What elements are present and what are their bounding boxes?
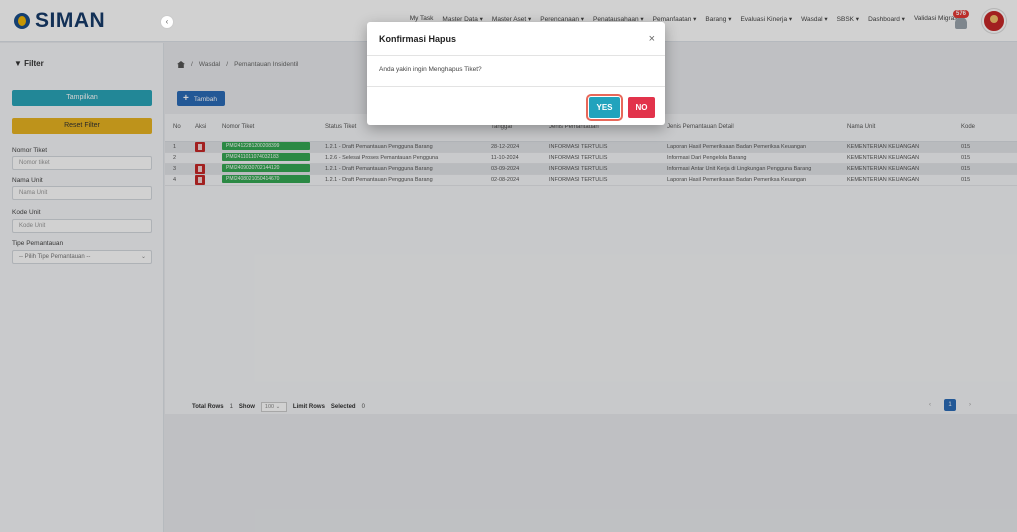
modal-divider <box>367 55 665 56</box>
modal-title: Konfirmasi Hapus <box>379 34 457 44</box>
collapse-sidebar-button[interactable]: ‹ <box>160 15 174 29</box>
confirm-delete-modal: Konfirmasi Hapus × Anda yakin ingin Meng… <box>367 22 665 125</box>
close-icon[interactable]: × <box>649 33 655 45</box>
yes-button[interactable]: YES <box>586 94 623 121</box>
modal-message: Anda yakin ingin Menghapus Tiket? <box>379 66 482 73</box>
no-button[interactable]: NO <box>628 97 655 118</box>
modal-divider <box>367 86 665 87</box>
